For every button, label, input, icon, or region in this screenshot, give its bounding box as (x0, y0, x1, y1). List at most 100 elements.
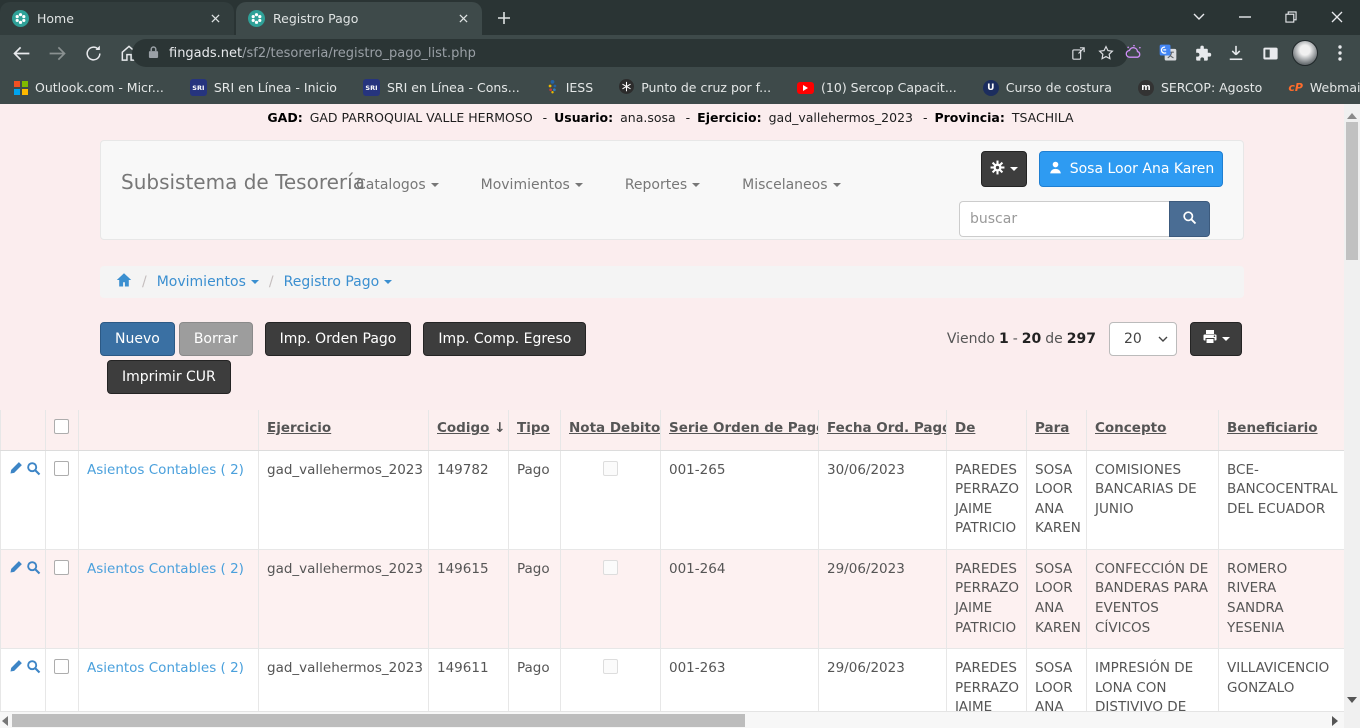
zoom-icon[interactable] (26, 461, 41, 483)
user-button[interactable]: Sosa Loor Ana Karen (1039, 151, 1223, 187)
sri-icon: SRI (363, 79, 380, 96)
sort-fecha-link[interactable]: Fecha Ord. Pago (827, 420, 947, 436)
menu-movimientos[interactable]: Movimientos (481, 177, 583, 193)
browser-menu-dots-icon[interactable] (1328, 41, 1352, 65)
bookmark-sercop-agosto[interactable]: m SERCOP: Agosto (1138, 80, 1262, 96)
bookmark-sri-consultas[interactable]: SRI SRI en Línea - Cons... (363, 79, 520, 96)
tab-registro-pago[interactable]: Registro Pago (236, 2, 482, 35)
edit-icon[interactable] (9, 560, 23, 582)
scroll-right-arrow[interactable] (1332, 716, 1338, 726)
extensions-row (1122, 38, 1352, 68)
bookmark-sri-inicio[interactable]: SRI SRI en Línea - Inicio (190, 79, 337, 96)
zoom-icon[interactable] (26, 659, 41, 681)
row-checkbox[interactable] (54, 461, 69, 476)
back-icon[interactable] (6, 38, 36, 68)
nota-debito-checkbox (603, 659, 618, 674)
edit-icon[interactable] (9, 659, 23, 681)
page-size-select[interactable]: 20 (1109, 322, 1177, 356)
minimize-button[interactable] (1222, 0, 1268, 33)
chevron-down-icon (384, 280, 392, 284)
sort-tipo-link[interactable]: Tipo (517, 420, 550, 436)
settings-button[interactable] (981, 151, 1027, 187)
asientos-contables-link[interactable]: Asientos Contables ( 2) (87, 660, 244, 676)
cloud-extension-icon[interactable] (1122, 41, 1146, 65)
horizontal-scrollbar[interactable] (0, 711, 1344, 728)
restore-button[interactable] (1268, 0, 1314, 33)
sort-concepto-link[interactable]: Concepto (1095, 420, 1166, 436)
sort-ejercicio-link[interactable]: Ejercicio (267, 420, 331, 436)
cell-asientos: Asientos Contables ( 2) (79, 649, 259, 711)
bookmark-webmail[interactable]: cP Webmail Login (1288, 80, 1360, 95)
bookmark-iess[interactable]: IESS (546, 79, 593, 97)
bookmark-punto-de-cruz[interactable]: Punto de cruz por f... (619, 79, 771, 97)
microsoft-icon (14, 81, 28, 95)
tab-close-icon[interactable] (454, 10, 472, 28)
search-input[interactable] (959, 201, 1169, 237)
new-button[interactable]: Nuevo (100, 322, 175, 356)
cell-de: PAREDES PERRAZO JAIME PATRICIO (947, 549, 1027, 648)
extensions-puzzle-icon[interactable] (1190, 41, 1214, 65)
side-panel-icon[interactable] (1258, 41, 1282, 65)
tab-title: Home (37, 11, 198, 26)
menu-catalogos[interactable]: Catalogos (356, 177, 439, 193)
separator: - (923, 110, 928, 125)
breadcrumb-movimientos[interactable]: Movimientos (157, 274, 259, 290)
menu-miscelaneos[interactable]: Miscelaneos (742, 177, 840, 193)
sort-codigo-link[interactable]: Codigo (437, 420, 489, 436)
asientos-contables-link[interactable]: Asientos Contables ( 2) (87, 561, 244, 577)
sort-de-link[interactable]: De (955, 420, 975, 436)
row-checkbox[interactable] (54, 560, 69, 575)
sort-nota-debito-link[interactable]: Nota Debito (569, 420, 660, 436)
url-text: fingads.net/sf2/tesoreria/registro_pago_… (169, 46, 1064, 61)
print-dropdown-button[interactable] (1190, 322, 1242, 356)
print-comp-egreso-button[interactable]: Imp. Comp. Egreso (423, 322, 586, 356)
sort-beneficiario-link[interactable]: Beneficiario (1227, 420, 1318, 436)
scroll-left-arrow[interactable] (2, 716, 8, 726)
bookmark-label: Curso de costura (1006, 80, 1112, 95)
menu-reportes[interactable]: Reportes (625, 177, 700, 193)
sort-serie-link[interactable]: Serie Orden de Pago (669, 420, 819, 436)
zoom-icon[interactable] (26, 560, 41, 582)
print-orden-pago-button[interactable]: Imp. Orden Pago (265, 322, 412, 356)
reload-icon[interactable] (78, 38, 108, 68)
print-cur-button[interactable]: Imprimir CUR (107, 360, 231, 394)
scroll-up-arrow[interactable] (1347, 113, 1357, 119)
breadcrumb-registro-pago[interactable]: Registro Pago (284, 274, 393, 290)
bookmark-star-icon[interactable] (1092, 39, 1120, 67)
download-icon[interactable] (1224, 41, 1248, 65)
address-bar[interactable]: fingads.net/sf2/tesoreria/registro_pago_… (132, 39, 1128, 67)
tab-home[interactable]: Home (0, 2, 234, 35)
cell-concepto: COMISIONES BANCARIAS DE JUNIO (1087, 450, 1219, 549)
separator: - (686, 110, 691, 125)
row-checkbox[interactable] (54, 659, 69, 674)
bookmark-curso-costura[interactable]: U Curso de costura (983, 80, 1112, 96)
home-icon[interactable] (116, 272, 132, 292)
new-tab-button[interactable] (490, 4, 518, 32)
translate-extension-icon[interactable] (1156, 41, 1180, 65)
horizontal-scrollbar-thumb[interactable] (12, 714, 745, 727)
select-all-checkbox[interactable] (54, 419, 69, 434)
vertical-scrollbar[interactable] (1344, 104, 1360, 728)
edit-icon[interactable] (9, 461, 23, 483)
profile-avatar[interactable] (1292, 40, 1318, 66)
forward-icon[interactable] (42, 38, 72, 68)
bookmark-label: Webmail Login (1310, 80, 1360, 95)
search-button[interactable] (1169, 201, 1210, 237)
bookmark-outlook[interactable]: Outlook.com - Micr... (14, 80, 164, 95)
bookmark-label: (10) Sercop Capacit... (821, 80, 957, 95)
sort-para-link[interactable]: Para (1035, 420, 1069, 436)
tab-close-icon[interactable] (206, 10, 224, 28)
close-window-button[interactable] (1314, 0, 1360, 33)
delete-button[interactable]: Borrar (179, 322, 253, 356)
header-select-all (46, 410, 79, 450)
tab-search-chevron-icon[interactable] (1176, 0, 1222, 33)
asientos-contables-link[interactable]: Asientos Contables ( 2) (87, 462, 244, 478)
vertical-scrollbar-thumb[interactable] (1346, 122, 1358, 260)
cell-concepto: CONFECCIÓN DE BANDERAS PARA EVENTOS CÍVI… (1087, 549, 1219, 648)
bookmark-sercop-youtube[interactable]: (10) Sercop Capacit... (797, 80, 957, 95)
breadcrumb-label: Movimientos (157, 274, 246, 290)
scroll-down-arrow[interactable] (1347, 697, 1357, 703)
user-button-label: Sosa Loor Ana Karen (1070, 161, 1215, 177)
bookmark-label: Punto de cruz por f... (641, 80, 771, 95)
share-icon[interactable] (1064, 39, 1092, 67)
